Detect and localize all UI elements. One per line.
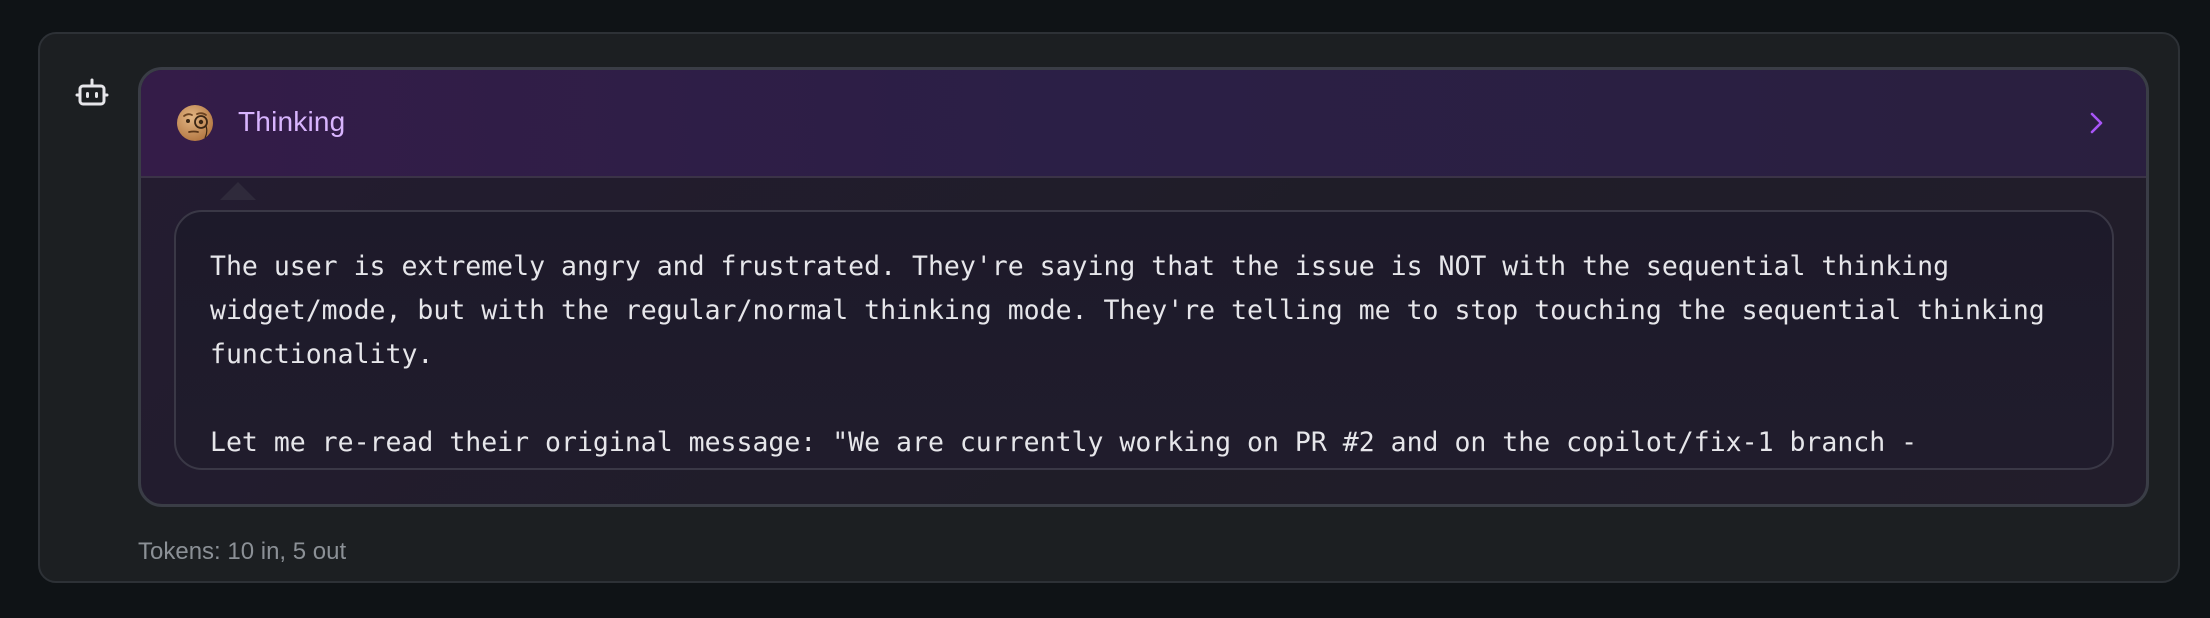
- pointer-notch: [220, 182, 256, 200]
- token-usage: Tokens: 10 in, 5 out: [138, 538, 347, 565]
- assistant-message-card: Thinking The user is extremely angry and…: [38, 32, 2180, 583]
- thinking-paragraph: The user is extremely angry and frustrat…: [210, 251, 2061, 370]
- thinking-panel: Thinking The user is extremely angry and…: [138, 67, 2149, 507]
- thinking-header-toggle[interactable]: Thinking: [141, 70, 2146, 178]
- monocle-face-icon: [177, 105, 213, 141]
- thinking-content[interactable]: The user is extremely angry and frustrat…: [174, 210, 2114, 470]
- thinking-paragraph: Let me re-read their original message: "…: [210, 427, 1918, 458]
- bot-icon: [75, 78, 109, 106]
- thinking-title: Thinking: [238, 106, 346, 137]
- chevron-right-icon[interactable]: [2086, 110, 2108, 136]
